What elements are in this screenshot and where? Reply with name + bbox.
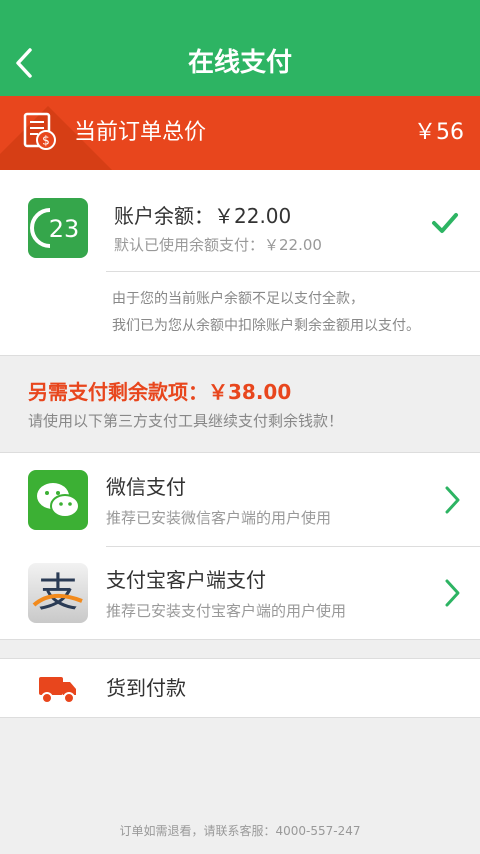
payment-method-name: 支付宝客户端支付 <box>106 568 266 592</box>
payment-method-desc: 推荐已安装支付宝客户端的用户使用 <box>106 602 347 620</box>
chevron-right-icon <box>445 579 460 607</box>
check-icon <box>432 213 458 233</box>
chevron-right-icon <box>445 486 460 514</box>
order-total-bar: $ 当前订单总价 ￥56 <box>0 96 480 170</box>
payment-method-wechat[interactable]: 微信支付 推荐已安装微信客户端的用户使用 <box>0 453 480 546</box>
payment-method-alipay[interactable]: 支 支付宝客户端支付 推荐已安装支付宝客户端的用户使用 <box>0 546 480 639</box>
wechat-icon <box>28 470 88 530</box>
balance-used: 默认已使用余额支付：￥22.00 <box>114 236 322 254</box>
page-title: 在线支付 <box>187 48 292 78</box>
cod-label: 货到付款 <box>106 676 186 700</box>
svg-text:$: $ <box>42 134 50 148</box>
balance-note-1: 由于您的当前账户余额不足以支付全款， <box>112 291 364 307</box>
alipay-icon: 支 <box>28 563 88 623</box>
remaining-subtitle: 请使用以下第三方支付工具继续支付剩余钱款！ <box>28 412 344 430</box>
balance-card[interactable]: 23 账户余额：￥22.00 默认已使用余额支付：￥22.00 由于您的当前账户… <box>0 170 480 356</box>
balance-amount: 账户余额：￥22.00 <box>114 204 292 228</box>
receipt-icon: $ <box>23 112 56 150</box>
remaining-amount-title: 另需支付剩余款项：￥38.00 <box>28 380 292 404</box>
svg-text:支: 支 <box>38 570 78 616</box>
footer-contact: 订单如需退看，请联系客服：4000-557-247 <box>119 824 361 838</box>
app-header: 在线支付 <box>0 0 480 96</box>
cash-on-delivery-option[interactable]: 货到付款 <box>0 658 480 718</box>
payment-methods-list: 微信支付 推荐已安装微信客户端的用户使用 支 支付宝客户端支付 推荐已安装支付宝… <box>0 452 480 640</box>
balance-note-2: 我们已为您从余额中扣除账户剩余金额用以支付。 <box>112 318 420 334</box>
order-total-amount: ￥56 <box>414 120 464 145</box>
truck-icon <box>39 677 76 704</box>
svg-text:23: 23 <box>49 215 80 243</box>
divider <box>106 271 480 272</box>
payment-method-name: 微信支付 <box>106 475 186 499</box>
order-total-label: 当前订单总价 <box>74 120 207 145</box>
balance-23-icon: 23 <box>28 198 88 258</box>
payment-method-desc: 推荐已安装微信客户端的用户使用 <box>106 509 332 527</box>
